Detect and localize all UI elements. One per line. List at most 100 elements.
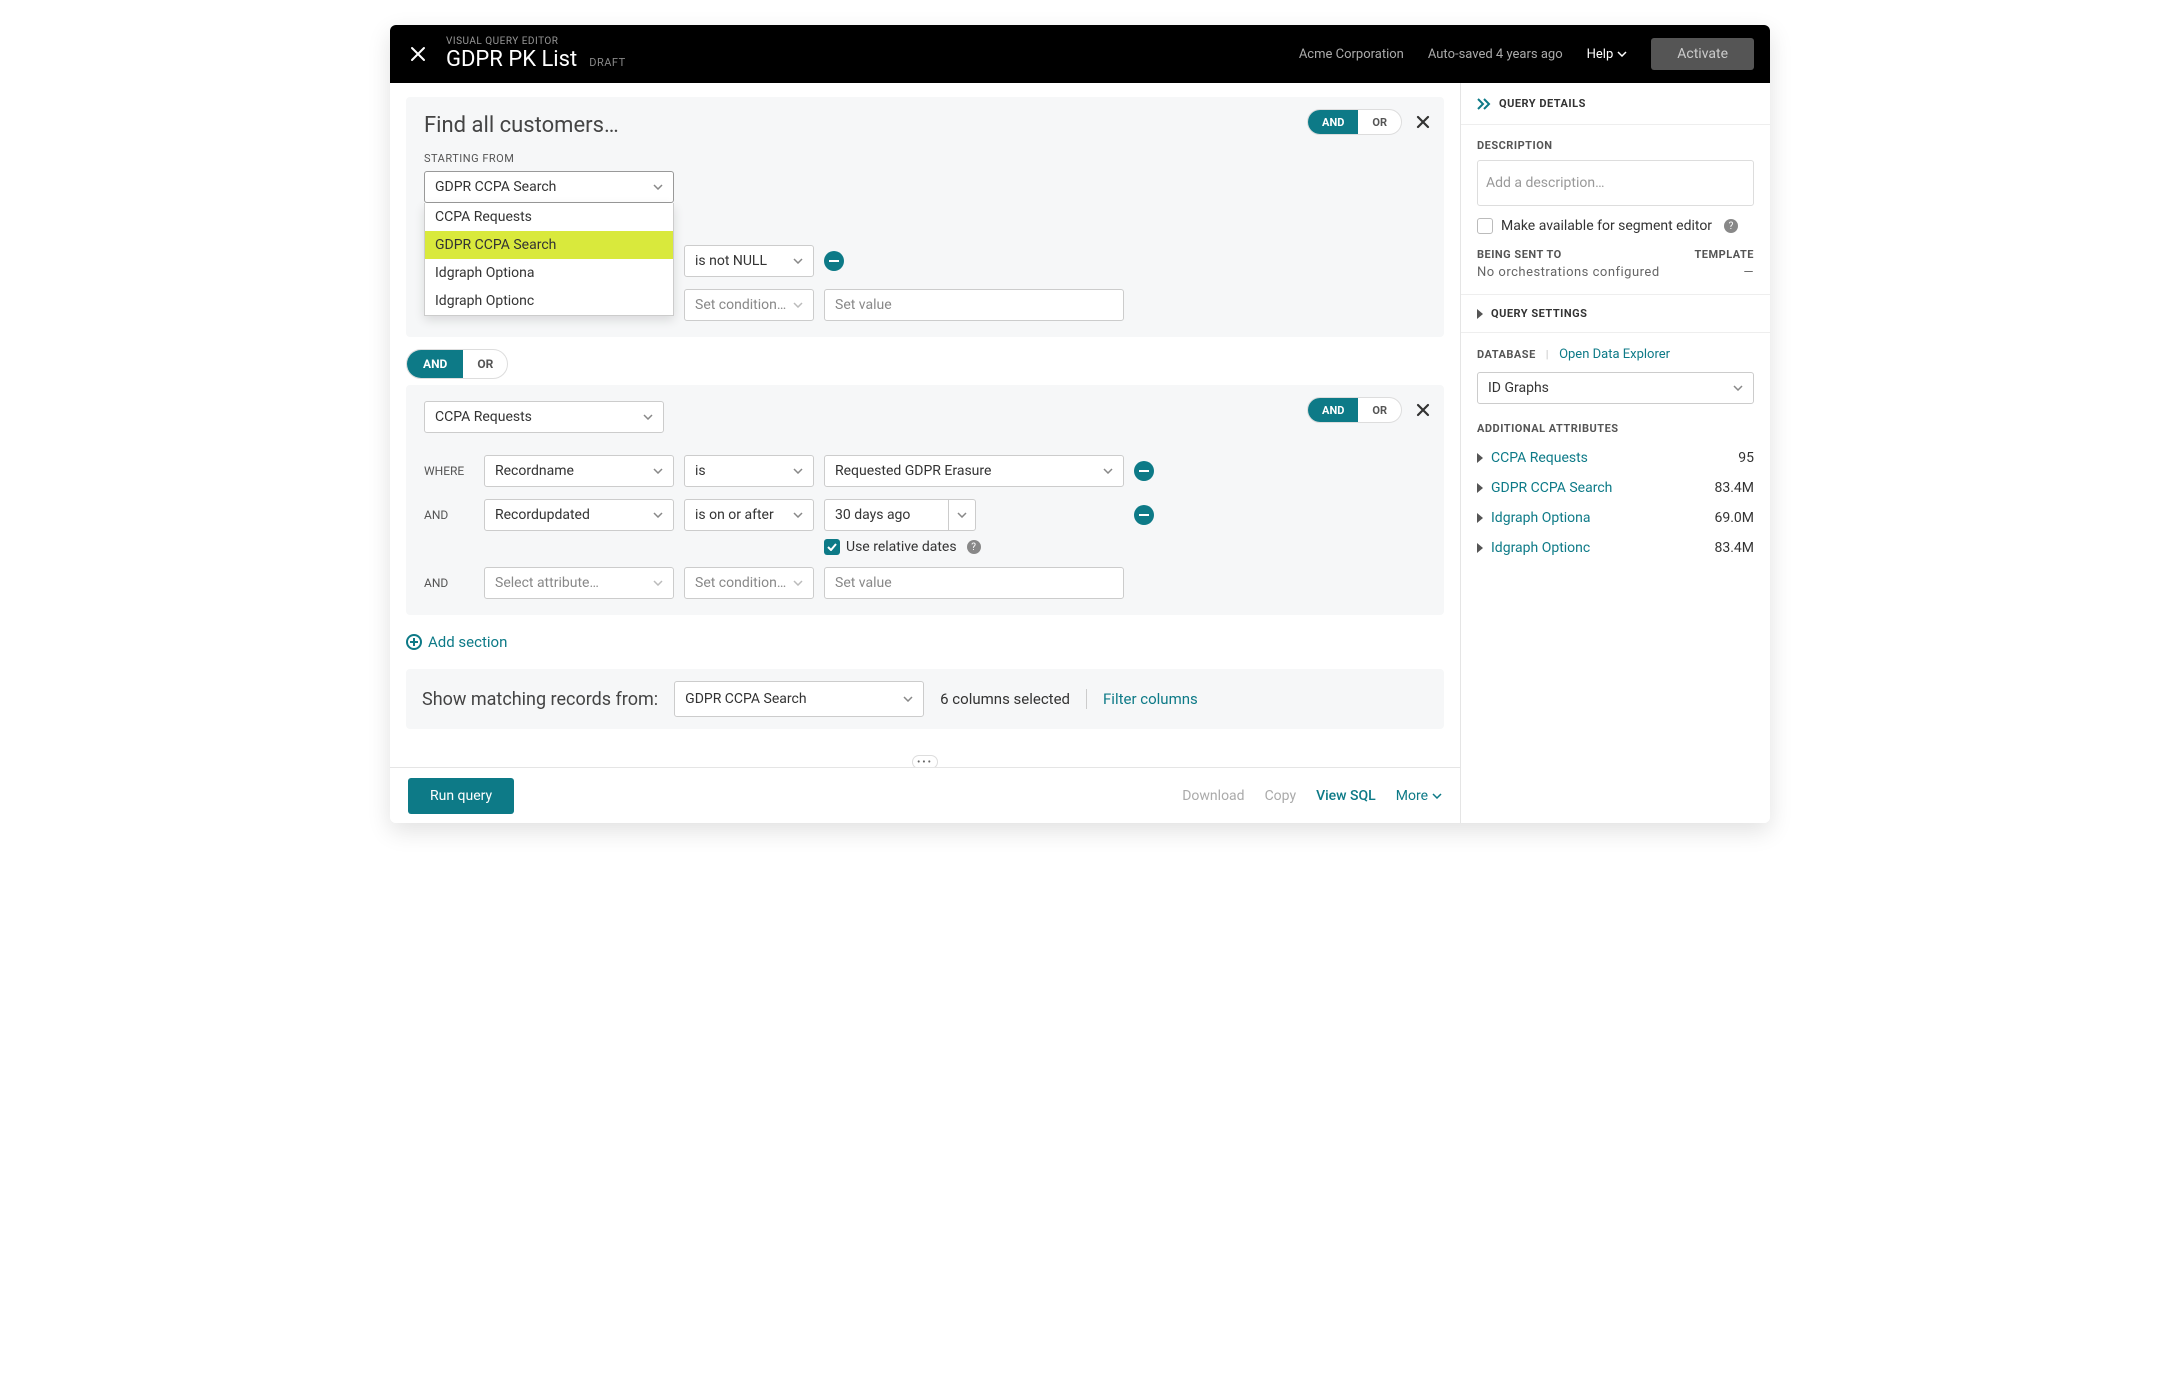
more-menu[interactable]: More (1396, 788, 1442, 804)
download-button[interactable]: Download (1182, 788, 1244, 804)
description-placeholder: Add a description… (1486, 175, 1604, 191)
dropdown-option[interactable]: CCPA Requests (425, 203, 673, 231)
logic-and[interactable]: AND (1308, 110, 1358, 134)
condition-select[interactable]: is (684, 455, 814, 487)
chevron-down-icon (653, 184, 663, 190)
attribute-count: 69.0M (1714, 510, 1754, 526)
date-dropdown-button[interactable] (948, 499, 976, 531)
logic-toggle[interactable]: AND OR (1307, 109, 1402, 135)
chevron-down-icon (653, 512, 663, 518)
value-placeholder: Set value (835, 575, 892, 591)
condition-select[interactable]: is on or after (684, 499, 814, 531)
and-row-label: AND (424, 508, 474, 522)
close-icon (1416, 403, 1430, 417)
activate-button[interactable]: Activate (1651, 38, 1754, 70)
database-select[interactable]: ID Graphs (1477, 372, 1754, 404)
chevron-down-icon (653, 580, 663, 586)
view-sql-link[interactable]: View SQL (1316, 788, 1376, 804)
close-icon (1416, 115, 1430, 129)
and-row-label: AND (424, 576, 474, 590)
attribute-name: GDPR CCPA Search (1491, 480, 1612, 496)
dropdown-option-label: CCPA Requests (435, 209, 532, 225)
value-input-placeholder[interactable]: Set value (824, 289, 1124, 321)
chevron-down-icon (793, 468, 803, 474)
logic-or[interactable]: OR (463, 350, 507, 378)
query-details-header[interactable]: QUERY DETAILS (1477, 97, 1754, 110)
activate-label: Activate (1677, 46, 1728, 62)
more-label: More (1396, 788, 1428, 804)
run-query-label: Run query (430, 788, 492, 804)
chevron-down-icon (957, 512, 967, 518)
remove-block-button[interactable] (1416, 115, 1430, 129)
close-button[interactable] (406, 42, 430, 66)
filter-columns-link[interactable]: Filter columns (1103, 690, 1198, 708)
check-icon (827, 543, 837, 551)
value-text: Requested GDPR Erasure (835, 463, 991, 479)
logic-toggle-between[interactable]: AND OR (406, 349, 508, 379)
help-label: Help (1587, 47, 1614, 62)
add-section-button[interactable]: Add section (406, 633, 1444, 651)
logic-toggle[interactable]: AND OR (1307, 397, 1402, 423)
condition-select[interactable]: is not NULL (684, 245, 814, 277)
query-settings-header[interactable]: QUERY SETTINGS (1477, 307, 1754, 320)
remove-condition-button[interactable] (1134, 505, 1154, 525)
dropdown-option[interactable]: GDPR CCPA Search (425, 231, 673, 259)
collapse-icon (1477, 98, 1491, 110)
source-select-1[interactable]: GDPR CCPA Search (424, 171, 674, 203)
database-label: DATABASE (1477, 348, 1536, 361)
title-block: VISUAL QUERY EDITOR GDPR PK List DRAFT (446, 36, 626, 72)
relative-dates-row: Use relative dates ? (824, 539, 1426, 555)
editor-pane: Find all customers… STARTING FROM GDPR C… (390, 83, 1460, 823)
help-icon[interactable]: ? (1724, 219, 1738, 233)
editor-footer: Run query Download Copy View SQL More (390, 767, 1460, 823)
dropdown-option[interactable]: Idgraph Optiona (425, 259, 673, 287)
attribute-value: Recordname (495, 463, 574, 479)
logic-and[interactable]: AND (407, 350, 463, 378)
copy-button[interactable]: Copy (1265, 788, 1297, 804)
condition-select-placeholder[interactable]: Set condition… (684, 567, 814, 599)
attribute-select[interactable]: Recordname (484, 455, 674, 487)
chevron-down-icon (793, 258, 803, 264)
sidebar: QUERY DETAILS DESCRIPTION Add a descript… (1460, 83, 1770, 823)
source-dropdown-panel: CCPA Requests GDPR CCPA Search Idgraph O… (424, 203, 674, 316)
date-value-input[interactable]: 30 days ago (824, 499, 976, 531)
relative-dates-label: Use relative dates (846, 539, 957, 555)
attribute-row[interactable]: CCPA Requests 95 (1477, 443, 1754, 473)
chevron-down-icon (793, 302, 803, 308)
condition-value: is on or after (695, 507, 774, 523)
close-icon (409, 45, 427, 63)
attribute-row[interactable]: Idgraph Optionc 83.4M (1477, 533, 1754, 563)
autosave-status: Auto-saved 4 years ago (1428, 47, 1563, 62)
show-matching-bar: Show matching records from: GDPR CCPA Se… (406, 669, 1444, 729)
open-data-explorer-link[interactable]: Open Data Explorer (1559, 347, 1670, 362)
add-section-label: Add section (428, 633, 507, 651)
value-placeholder: Set value (835, 297, 892, 313)
remove-condition-button[interactable] (1134, 461, 1154, 481)
relative-dates-checkbox[interactable] (824, 539, 840, 555)
caret-right-icon (1477, 309, 1483, 319)
condition-value: is not NULL (695, 253, 767, 269)
value-input-placeholder[interactable]: Set value (824, 567, 1124, 599)
help-menu[interactable]: Help (1587, 47, 1628, 62)
help-icon[interactable]: ? (967, 540, 981, 554)
chevron-down-icon (1733, 385, 1743, 391)
remove-condition-button[interactable] (824, 251, 844, 271)
logic-or[interactable]: OR (1358, 110, 1401, 134)
attribute-row[interactable]: Idgraph Optiona 69.0M (1477, 503, 1754, 533)
attribute-count: 83.4M (1714, 540, 1754, 556)
attribute-row[interactable]: GDPR CCPA Search 83.4M (1477, 473, 1754, 503)
remove-block-button[interactable] (1416, 403, 1430, 417)
logic-or[interactable]: OR (1358, 398, 1401, 422)
show-matching-select[interactable]: GDPR CCPA Search (674, 681, 924, 717)
attribute-select[interactable]: Recordupdated (484, 499, 674, 531)
run-query-button[interactable]: Run query (408, 778, 514, 814)
main-area: Find all customers… STARTING FROM GDPR C… (390, 83, 1770, 823)
dropdown-option[interactable]: Idgraph Optionc (425, 287, 673, 315)
condition-select-placeholder[interactable]: Set condition… (684, 289, 814, 321)
source-select-2[interactable]: CCPA Requests (424, 401, 664, 433)
value-select[interactable]: Requested GDPR Erasure (824, 455, 1124, 487)
attribute-select-placeholder[interactable]: Select attribute… (484, 567, 674, 599)
segment-editor-checkbox[interactable] (1477, 218, 1493, 234)
logic-and[interactable]: AND (1308, 398, 1358, 422)
description-input[interactable]: Add a description… (1477, 160, 1754, 206)
